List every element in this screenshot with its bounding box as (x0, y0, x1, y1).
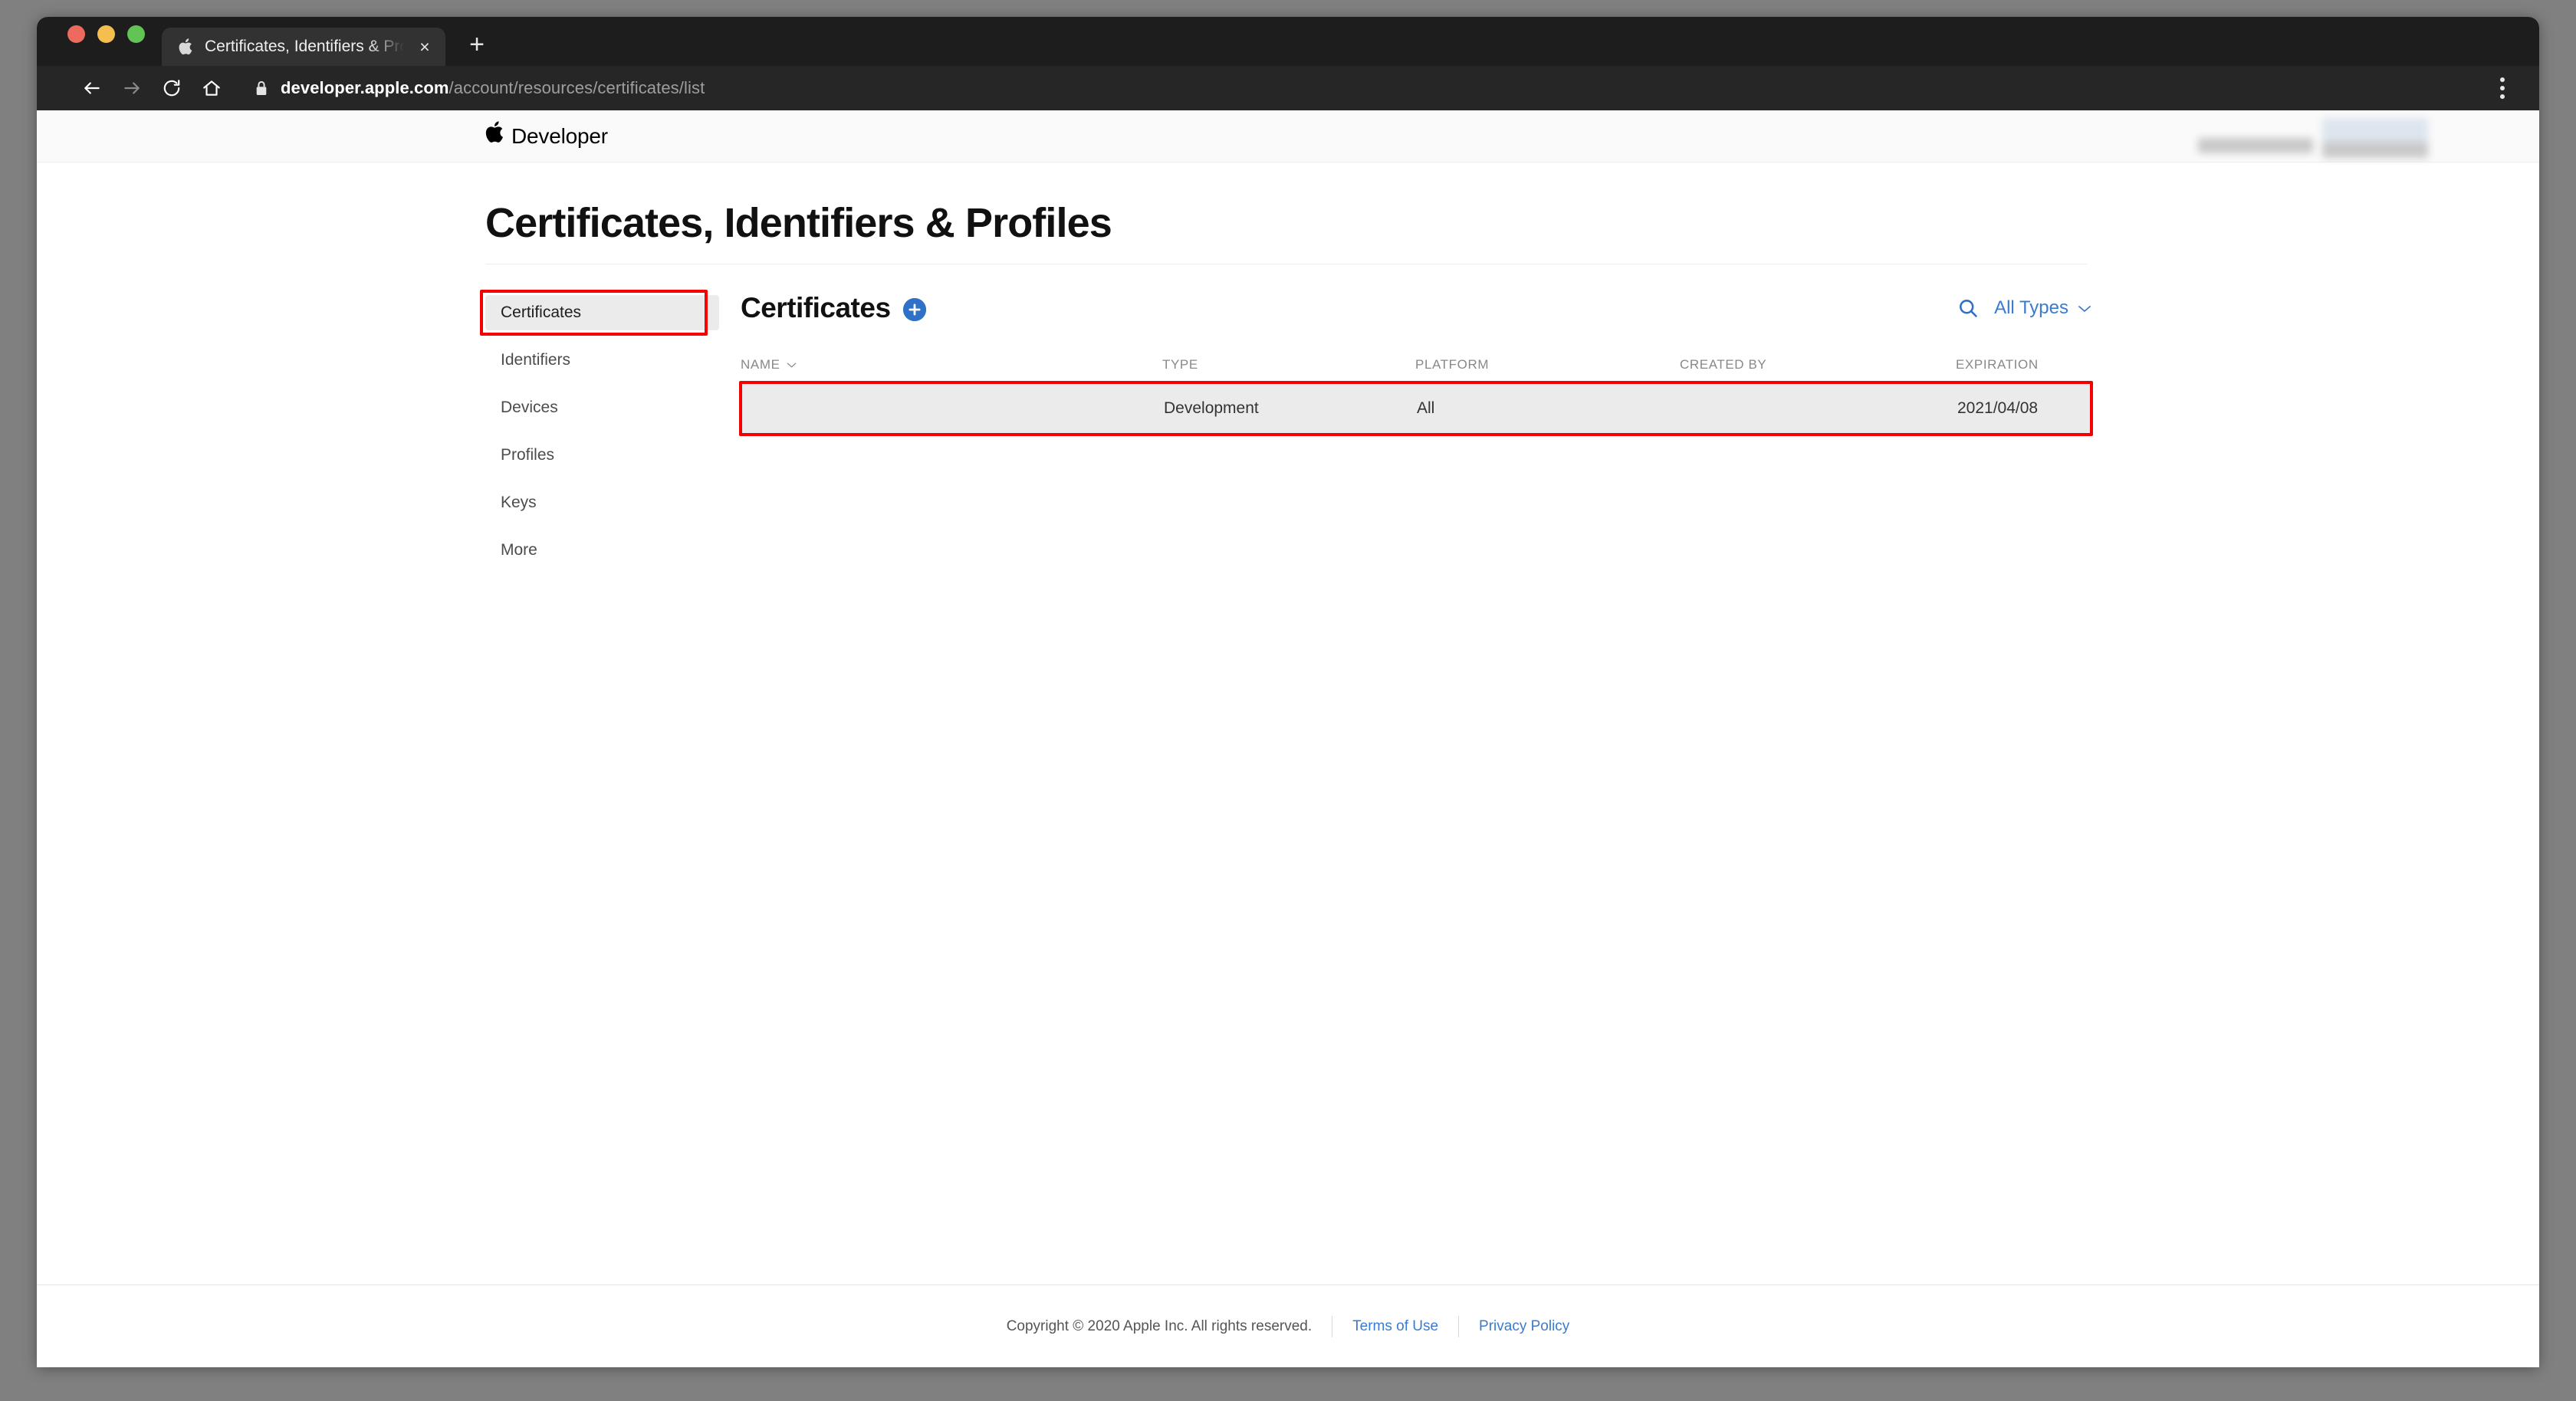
reload-icon[interactable] (152, 68, 192, 108)
cell-certificate-name[interactable] (741, 399, 1162, 418)
panel-header: Certificates All Types (741, 292, 2091, 347)
column-header-label: NAME (741, 356, 780, 372)
page-content: Certificates, Identifiers & Profiles Cer… (37, 162, 2539, 580)
sidebar-item-label: Keys (501, 494, 537, 511)
maximize-window-button[interactable] (127, 25, 145, 43)
column-header-label: PLATFORM (1415, 356, 1490, 372)
minimize-window-button[interactable] (97, 25, 115, 43)
chevron-down-icon (2078, 297, 2091, 319)
page-title: Certificates, Identifiers & Profiles (485, 200, 1112, 246)
table-row[interactable]: Development All 2021/04/08 (739, 381, 2093, 436)
account-info-redacted[interactable] (2198, 118, 2428, 158)
column-header-expiration: EXPIRATION (1956, 357, 2091, 372)
browser-window: Certificates, Identifiers & Profiles × + (37, 17, 2539, 1367)
forward-arrow-icon[interactable] (112, 68, 152, 108)
url-path: /account/resources/certificates/list (449, 78, 705, 97)
sidebar-item-profiles[interactable]: Profiles (485, 438, 719, 473)
sidebar-item-label: Profiles (501, 446, 555, 464)
column-header-name[interactable]: NAME (741, 357, 1162, 372)
sidebar-item-devices[interactable]: Devices (485, 390, 719, 425)
url-host: developer.apple.com (281, 78, 449, 97)
panel-title-row: Certificates (741, 292, 926, 324)
browser-nav-bar: developer.apple.com/account/resources/ce… (37, 66, 2539, 110)
address-bar-url: developer.apple.com/account/resources/ce… (281, 78, 705, 98)
panel-filters: All Types (1957, 297, 2091, 319)
certificates-table: NAME TYPE PLATFORM CREATED BY EXPIRATION… (739, 347, 2093, 436)
column-header-label: CREATED BY (1680, 356, 1767, 372)
sidebar-item-label: More (501, 541, 537, 559)
site-brand-label: Developer (511, 123, 608, 148)
type-filter-dropdown[interactable]: All Types (1994, 297, 2091, 319)
search-icon[interactable] (1957, 297, 1979, 319)
account-name-redacted (2198, 138, 2313, 153)
type-filter-value: All Types (1994, 297, 2068, 318)
browser-tab-strip: Certificates, Identifiers & Profiles × + (37, 17, 2539, 66)
terms-of-use-link[interactable]: Terms of Use (1352, 1318, 1438, 1335)
sidebar-item-identifiers[interactable]: Identifiers (485, 343, 719, 378)
certificates-panel: Certificates All Types NAME TYPE PLATFOR… (719, 292, 2093, 580)
browser-tab-title: Certificates, Identifiers & Profiles (205, 38, 404, 55)
apple-favicon-icon (177, 38, 194, 56)
sort-chevron-down-icon (787, 357, 797, 372)
page-title-container: Certificates, Identifiers & Profiles (485, 162, 2088, 264)
apple-logo-icon (485, 121, 504, 147)
sidebar-nav: Certificates Identifiers Devices Profile… (480, 290, 719, 580)
footer-divider (1458, 1315, 1460, 1337)
table-header-row: NAME TYPE PLATFORM CREATED BY EXPIRATION (741, 347, 2091, 382)
account-team-redacted (2322, 118, 2428, 158)
copyright-text: Copyright © 2020 Apple Inc. All rights r… (1006, 1317, 1313, 1334)
back-arrow-icon[interactable] (72, 68, 112, 108)
column-header-label: EXPIRATION (1956, 356, 2039, 372)
sidebar-item-label: Devices (501, 399, 558, 416)
close-tab-icon[interactable]: × (415, 37, 435, 57)
sidebar-item-keys[interactable]: Keys (485, 485, 719, 520)
lock-icon (255, 80, 268, 97)
column-header-platform: PLATFORM (1415, 357, 1680, 372)
privacy-policy-link[interactable]: Privacy Policy (1479, 1318, 1569, 1335)
sidebar-item-more[interactable]: More (485, 533, 719, 568)
sidebar-item-label: Identifiers (501, 351, 571, 369)
cell-certificate-type: Development (1164, 399, 1259, 417)
address-bar[interactable]: developer.apple.com/account/resources/ce… (232, 68, 2486, 108)
home-icon[interactable] (192, 68, 232, 108)
cell-certificate-platform: All (1417, 399, 1435, 417)
sidebar-item-label: Certificates (501, 303, 582, 321)
cell-certificate-expiration: 2021/04/08 (1957, 399, 2039, 417)
site-header: Developer (37, 110, 2539, 162)
apple-developer-logo[interactable]: Developer (485, 121, 608, 149)
page-body: Certificates Identifiers Devices Profile… (480, 264, 2401, 580)
new-tab-button[interactable]: + (462, 31, 491, 60)
column-header-label: TYPE (1162, 356, 1198, 372)
column-header-type: TYPE (1162, 357, 1415, 372)
column-header-created-by: CREATED BY (1680, 357, 1956, 372)
page-viewport: Developer Certificates, Identifiers & Pr… (37, 110, 2539, 1367)
add-certificate-button[interactable] (902, 297, 926, 321)
close-window-button[interactable] (67, 25, 85, 43)
page-footer: Copyright © 2020 Apple Inc. All rights r… (37, 1285, 2539, 1367)
sidebar-item-certificates[interactable]: Certificates (480, 290, 719, 336)
window-traffic-lights (67, 17, 145, 66)
browser-tab[interactable]: Certificates, Identifiers & Profiles × (162, 28, 445, 66)
browser-menu-icon[interactable] (2486, 71, 2519, 105)
panel-title: Certificates (741, 292, 891, 323)
